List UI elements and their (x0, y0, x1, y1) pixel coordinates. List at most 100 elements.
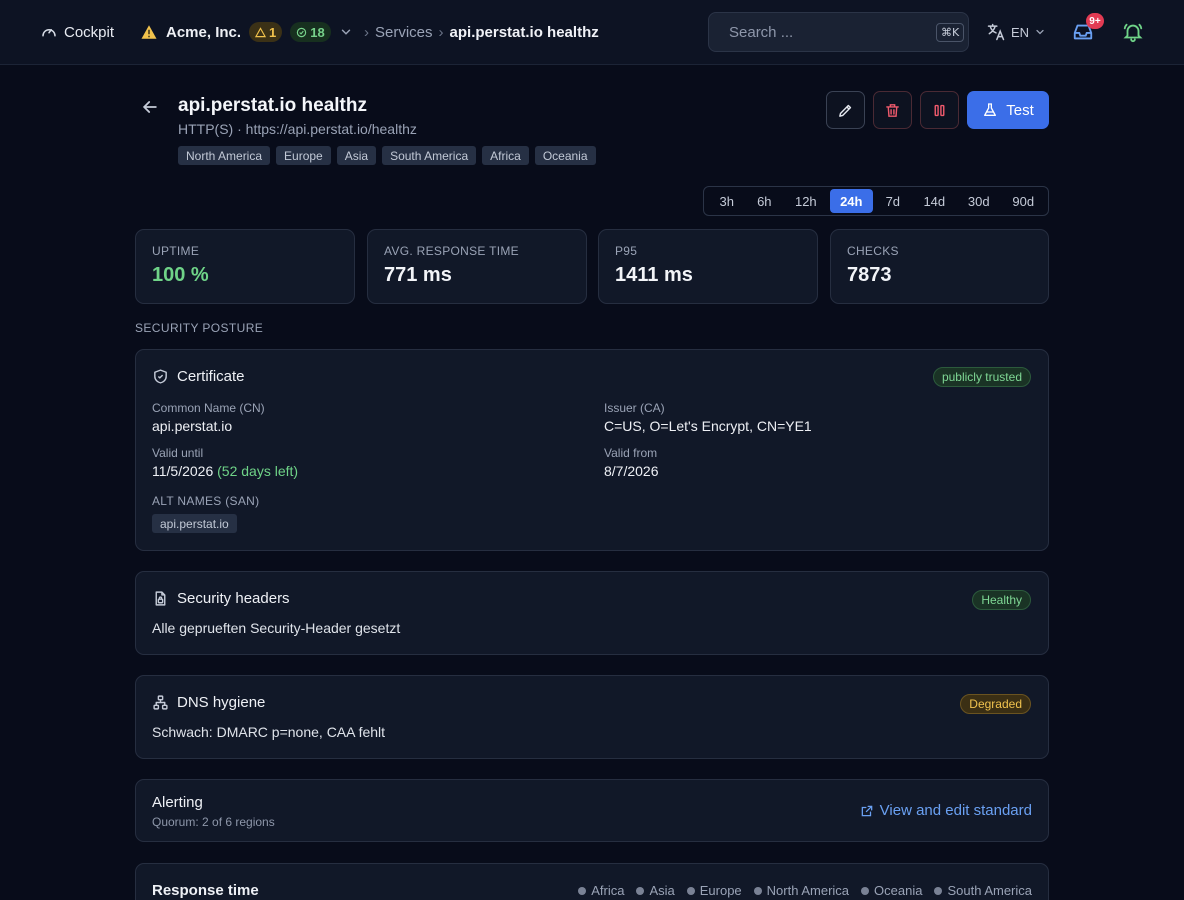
gauge-icon (42, 29, 56, 37)
alerting-card: Alerting Quorum: 2 of 6 regions View and… (135, 779, 1049, 842)
network-icon (153, 695, 168, 710)
time-range-7d[interactable]: 7d (873, 189, 913, 213)
edit-button[interactable] (826, 91, 865, 129)
dns-hygiene-status-badge: Degraded (960, 694, 1031, 714)
breadcrumb-separator: › (364, 23, 369, 41)
delete-button[interactable] (873, 91, 912, 129)
legend-label: South America (947, 883, 1032, 898)
legend-item-europe[interactable]: Europe (686, 883, 742, 898)
stat-value: 100 % (152, 264, 209, 286)
time-range-3h[interactable]: 3h (707, 189, 747, 213)
warning-count-badge[interactable]: 1 (249, 22, 283, 42)
legend-dot (636, 886, 645, 895)
certificate-card: Certificate publicly trusted Common Name… (135, 349, 1049, 551)
test-button[interactable]: Test (967, 91, 1049, 129)
cockpit-nav[interactable]: Cockpit (40, 21, 114, 43)
check-circle-icon (297, 27, 307, 37)
legend-label: North America (766, 883, 850, 898)
valid-until-date: 11/5/2026 (152, 463, 214, 479)
top-bar: Cockpit Acme, Inc. 1 18 › Services › api… (0, 0, 1184, 65)
stat-value: 1411 ms (615, 264, 693, 286)
response-time-card: Response time Africa Asia Europe North A… (135, 863, 1049, 900)
stat-label: AVG. RESPONSE TIME (384, 244, 519, 258)
certificate-title: Certificate (177, 368, 245, 385)
chevron-down-icon (1036, 29, 1044, 35)
page-title: api.perstat.io healthz (178, 95, 367, 116)
alerting-quorum: Quorum: 2 of 6 regions (152, 815, 275, 829)
bell-ringing-icon (1123, 23, 1143, 43)
cn-label: Common Name (CN) (152, 401, 265, 415)
region-tag: South America (382, 146, 477, 165)
issuer-label: Issuer (CA) (604, 401, 665, 415)
back-button[interactable] (140, 97, 162, 119)
legend-dot (934, 886, 943, 895)
alerts-bell-button[interactable] (1122, 20, 1144, 44)
legend-dot (861, 886, 870, 895)
chevron-down-icon (341, 29, 350, 35)
view-edit-standard-label: View and edit standard (879, 802, 1032, 819)
region-tag: Europe (276, 146, 331, 165)
stat-avg-response-time: AVG. RESPONSE TIME 771 ms (367, 229, 587, 304)
security-headers-text: Alle geprueften Security-Header gesetzt (152, 620, 401, 636)
app-name: Cockpit (64, 23, 115, 41)
time-range-12h[interactable]: 12h (782, 189, 829, 213)
inbox-button[interactable]: 9+ (1072, 13, 1104, 44)
breadcrumb-current: api.perstat.io healthz (449, 23, 599, 41)
trash-icon (886, 103, 899, 117)
time-range-90d[interactable]: 90d (1002, 189, 1045, 213)
stat-p95: P95 1411 ms (598, 229, 818, 304)
legend-item-asia[interactable]: Asia (636, 883, 675, 898)
region-tag: Africa (482, 146, 529, 165)
dns-hygiene-title: DNS hygiene (177, 694, 266, 711)
days-left: (52 days left) (217, 463, 299, 479)
warning-count: 1 (269, 24, 277, 40)
pencil-icon (839, 104, 852, 117)
legend-item-south-america[interactable]: South America (934, 883, 1032, 898)
legend-dot (686, 886, 695, 895)
time-range-14d[interactable]: 14d (913, 189, 956, 213)
legend-dot (753, 886, 762, 895)
stat-label: P95 (615, 244, 638, 258)
stat-uptime: UPTIME 100 % (135, 229, 355, 304)
arrow-left-icon (142, 101, 157, 113)
time-range-30d[interactable]: 30d (956, 189, 1001, 213)
view-edit-standard-link[interactable]: View and edit standard (860, 802, 1032, 819)
search-shortcut: ⌘K (936, 22, 965, 42)
time-range-6h[interactable]: 6h (747, 189, 783, 213)
time-range-24h[interactable]: 24h (829, 189, 874, 213)
ok-count-badge[interactable]: 18 (290, 22, 331, 42)
pause-icon (934, 104, 945, 116)
ok-count: 18 (310, 24, 325, 40)
issuer-value: C=US, O=Let's Encrypt, CN=YE1 (604, 418, 812, 434)
search-input[interactable] (729, 23, 928, 41)
legend-dot (578, 886, 587, 895)
pause-button[interactable] (920, 91, 959, 129)
san-tag: api.perstat.io (152, 514, 237, 533)
stat-label: CHECKS (847, 244, 899, 258)
breadcrumb-services[interactable]: Services (375, 24, 433, 41)
valid-from-label: Valid from (604, 446, 658, 460)
response-time-title: Response time (152, 882, 259, 899)
search-box[interactable]: ⌘K (708, 12, 969, 52)
legend-label: Oceania (874, 883, 923, 898)
legend-item-north-america[interactable]: North America (753, 883, 850, 898)
stat-value: 7873 (847, 264, 892, 286)
valid-until-label: Valid until (152, 446, 204, 460)
legend-label: Africa (591, 883, 625, 898)
response-time-legend: Africa Asia Europe North America Oceania… (578, 883, 1032, 898)
org-switcher[interactable]: Acme, Inc. 1 18 (140, 20, 353, 44)
flask-icon (984, 103, 997, 116)
dns-hygiene-text: Schwach: DMARC p=none, CAA fehlt (152, 724, 386, 740)
breadcrumb: › Services › api.perstat.io healthz (364, 20, 599, 44)
valid-until-value: 11/5/2026 (52 days left) (152, 463, 298, 479)
region-tag: North America (178, 146, 271, 165)
legend-label: Europe (699, 883, 742, 898)
legend-item-africa[interactable]: Africa (578, 883, 624, 898)
language-selector[interactable]: EN (986, 21, 1046, 43)
security-headers-card: Security headers Healthy Alle geprueften… (135, 571, 1049, 655)
region-tag: Asia (336, 146, 377, 165)
legend-item-oceania[interactable]: Oceania (861, 883, 922, 898)
file-lock-icon (155, 591, 166, 606)
warning-triangle-icon (141, 25, 157, 39)
san-label: ALT NAMES (SAN) (152, 494, 260, 508)
